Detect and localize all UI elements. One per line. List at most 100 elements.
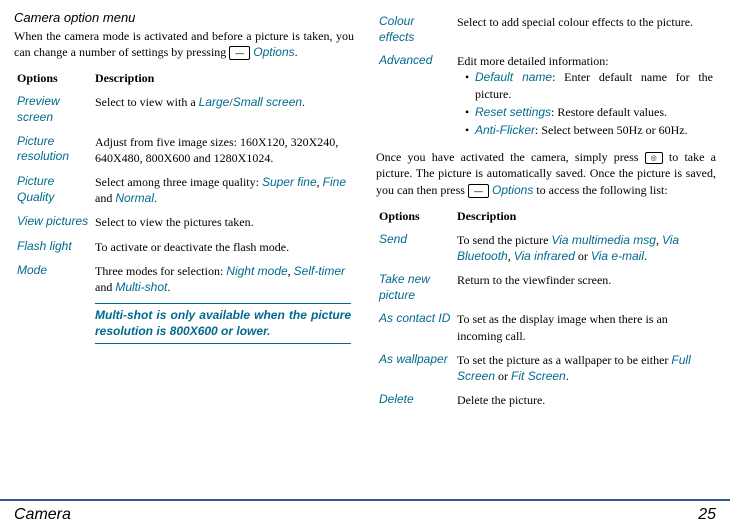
text: To set the picture as a wallpaper to be … bbox=[457, 353, 671, 367]
desc-send: To send the picture Via multimedia msg, … bbox=[454, 228, 716, 268]
desc-as-contact-id: To set as the display image when there i… bbox=[454, 307, 716, 347]
inline-option: Self-timer bbox=[294, 264, 345, 278]
inline-option: Via multimedia msg bbox=[551, 233, 655, 247]
note-emphasis: Multi-shot bbox=[95, 308, 152, 322]
table-row: Flash lightTo activate or deactivate the… bbox=[14, 235, 354, 259]
table-row: View picturesSelect to view the pictures… bbox=[14, 210, 354, 234]
desc-colour-effects: Select to add special colour effects to … bbox=[454, 10, 716, 49]
text: and bbox=[95, 280, 115, 294]
opt-take-new-picture: Take new picture bbox=[376, 268, 454, 307]
options-label: Options bbox=[253, 45, 294, 59]
inline-option: Small screen bbox=[233, 95, 302, 109]
table-row: Picture QualitySelect among three image … bbox=[14, 170, 354, 210]
desc-mode: Three modes for selection: Night mode, S… bbox=[92, 259, 354, 299]
footer-page-number: 25 bbox=[698, 506, 716, 524]
text: . bbox=[566, 369, 569, 383]
text: . bbox=[154, 191, 157, 205]
col-header-description: Description bbox=[92, 67, 354, 90]
adv-intro: Edit more detailed information: bbox=[457, 53, 713, 69]
inline-option: Default name bbox=[475, 70, 552, 84]
text: . bbox=[302, 95, 305, 109]
table-row: Picture resolutionAdjust from five image… bbox=[14, 130, 354, 170]
note-multishot: Multi-shot is only available when the pi… bbox=[95, 303, 351, 343]
inline-option: Via e-mail bbox=[591, 249, 644, 263]
col-header-options: Options bbox=[14, 67, 92, 90]
opt-picture-resolution: Picture resolution bbox=[14, 130, 92, 170]
text: To send the picture bbox=[457, 233, 551, 247]
footer-section-name: Camera bbox=[14, 506, 71, 524]
softkey-icon: — bbox=[468, 184, 489, 198]
text: : Select between 50Hz or 60Hz. bbox=[535, 123, 688, 137]
table-row: Preview screenSelect to view with a Larg… bbox=[14, 90, 354, 129]
intro-text-b: . bbox=[295, 45, 298, 59]
text: Select among three image quality: bbox=[95, 175, 262, 189]
text: Once you have activated the camera, simp… bbox=[376, 150, 645, 164]
table-row: SendTo send the picture Via multimedia m… bbox=[376, 228, 716, 268]
desc-view-pictures: Select to view the pictures taken. bbox=[92, 210, 354, 234]
section-heading: Camera option menu bbox=[14, 10, 354, 25]
inline-option: Night mode bbox=[226, 264, 287, 278]
table-row: ModeThree modes for selection: Night mod… bbox=[14, 259, 354, 299]
options-label: Options bbox=[492, 183, 533, 197]
inline-option: Fit Screen bbox=[511, 369, 566, 383]
softkey-icon: — bbox=[229, 46, 250, 60]
options-table-right-bottom: OptionsDescription SendTo send the pictu… bbox=[376, 205, 716, 413]
table-row: As contact IDTo set as the display image… bbox=[376, 307, 716, 347]
table-row: As wallpaperTo set the picture as a wall… bbox=[376, 348, 716, 388]
inline-option: Large bbox=[199, 95, 230, 109]
desc-advanced: Edit more detailed information: •Default… bbox=[454, 49, 716, 144]
opt-colour-effects: Colour effects bbox=[376, 10, 454, 49]
desc-take-new-picture: Return to the viewfinder screen. bbox=[454, 268, 716, 307]
bullet-icon: • bbox=[465, 69, 475, 101]
desc-picture-resolution: Adjust from five image sizes: 160X120, 3… bbox=[92, 130, 354, 170]
inline-option: Super fine bbox=[262, 175, 317, 189]
opt-view-pictures: View pictures bbox=[14, 210, 92, 234]
intro-text-a: When the camera mode is activated and be… bbox=[14, 29, 354, 59]
opt-as-contact-id: As contact ID bbox=[376, 307, 454, 347]
inline-option: Via infrared bbox=[514, 249, 575, 263]
adv-item: •Reset settings: Restore default values. bbox=[465, 104, 713, 120]
opt-preview-screen: Preview screen bbox=[14, 90, 92, 129]
inline-option: Anti-Flicker bbox=[475, 123, 535, 137]
opt-picture-quality: Picture Quality bbox=[14, 170, 92, 210]
col-header-description: Description bbox=[454, 205, 716, 228]
desc-flash-light: To activate or deactivate the flash mode… bbox=[92, 235, 354, 259]
text: and bbox=[95, 191, 115, 205]
text: . bbox=[644, 249, 647, 263]
options-table-left: OptionsDescription Preview screenSelect … bbox=[14, 67, 354, 347]
inline-option: Multi-shot bbox=[115, 280, 167, 294]
bullet-icon: • bbox=[465, 104, 475, 120]
adv-item: •Anti-Flicker: Select between 50Hz or 60… bbox=[465, 122, 713, 138]
col-header-options: Options bbox=[376, 205, 454, 228]
inline-option: Fine bbox=[323, 175, 346, 189]
table-row: Take new pictureReturn to the viewfinder… bbox=[376, 268, 716, 307]
text: or bbox=[575, 249, 591, 263]
opt-as-wallpaper: As wallpaper bbox=[376, 348, 454, 388]
text: or bbox=[495, 369, 511, 383]
intro-paragraph: When the camera mode is activated and be… bbox=[14, 28, 354, 60]
adv-item: •Default name: Enter default name for th… bbox=[465, 69, 713, 101]
text: Select to view with a bbox=[95, 95, 199, 109]
table-row: Advanced Edit more detailed information:… bbox=[376, 49, 716, 144]
desc-delete: Delete the picture. bbox=[454, 388, 716, 412]
desc-preview-screen: Select to view with a Large/Small screen… bbox=[92, 90, 354, 129]
mid-paragraph: Once you have activated the camera, simp… bbox=[376, 149, 716, 198]
desc-as-wallpaper: To set the picture as a wallpaper to be … bbox=[454, 348, 716, 388]
page-footer: Camera 25 bbox=[0, 499, 730, 529]
opt-flash-light: Flash light bbox=[14, 235, 92, 259]
options-table-right-top: Colour effectsSelect to add special colo… bbox=[376, 10, 716, 144]
bullet-icon: • bbox=[465, 122, 475, 138]
camera-key-icon: ◎ bbox=[645, 152, 663, 164]
text: . bbox=[167, 280, 170, 294]
desc-picture-quality: Select among three image quality: Super … bbox=[92, 170, 354, 210]
table-row: DeleteDelete the picture. bbox=[376, 388, 716, 412]
text: Three modes for selection: bbox=[95, 264, 226, 278]
table-row: Multi-shot is only available when the pi… bbox=[14, 299, 354, 347]
inline-option: Reset settings bbox=[475, 105, 551, 119]
text: : Restore default values. bbox=[551, 105, 667, 119]
opt-send: Send bbox=[376, 228, 454, 268]
opt-mode: Mode bbox=[14, 259, 92, 299]
text: to access the following list: bbox=[533, 183, 667, 197]
table-row: Colour effectsSelect to add special colo… bbox=[376, 10, 716, 49]
opt-advanced: Advanced bbox=[376, 49, 454, 144]
